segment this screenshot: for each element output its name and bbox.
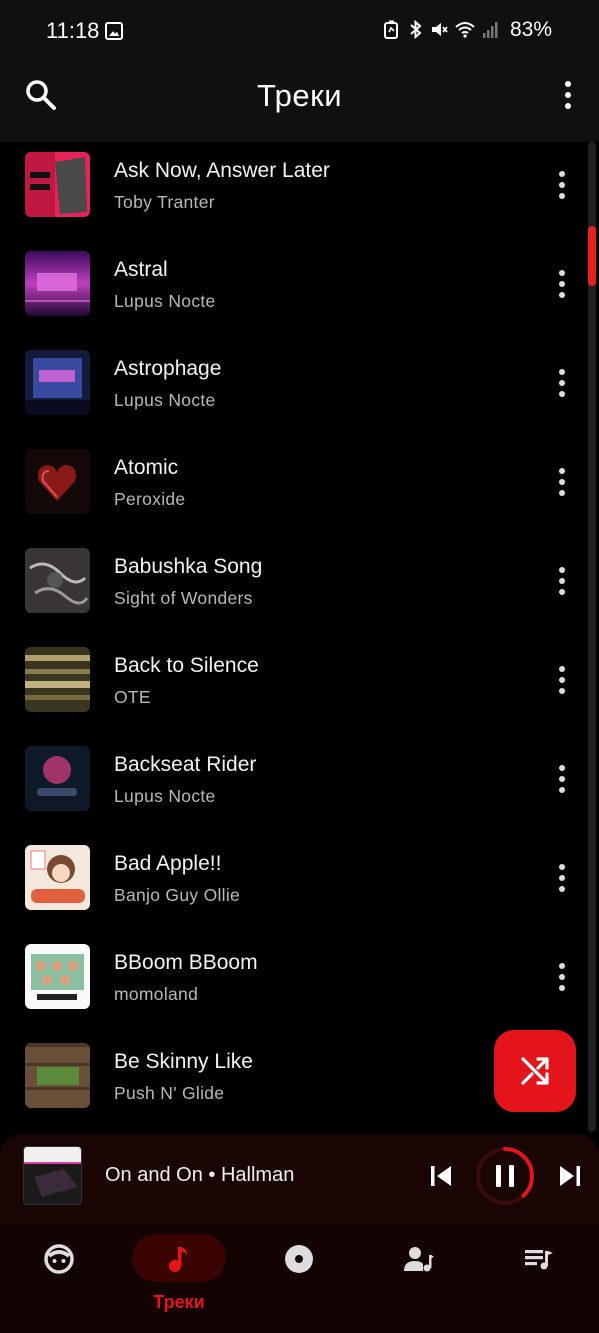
nav-item-albums[interactable]: [252, 1234, 346, 1314]
album-cover: [25, 746, 90, 811]
track-title: Atomic: [114, 456, 179, 479]
track-artist: Push N' Glide: [114, 1083, 225, 1103]
album-cover: [25, 845, 90, 910]
track-artist: Lupus Nocte: [114, 786, 216, 806]
album-cover: [25, 647, 90, 712]
track-title: BBoom BBoom: [114, 951, 258, 974]
status-bar: 11:18 83%: [0, 0, 599, 62]
track-more-icon[interactable]: [555, 467, 569, 497]
nav-item-tracks[interactable]: Треки: [132, 1234, 226, 1314]
artist-icon: [404, 1247, 434, 1272]
track-artist: Lupus Nocte: [114, 390, 216, 410]
track-title: Ask Now, Answer Later: [114, 159, 330, 182]
music-note-icon: [169, 1247, 187, 1272]
bottom-nav: Треки: [0, 1224, 599, 1333]
track-more-icon[interactable]: [555, 269, 569, 299]
track-artist: Banjo Guy Ollie: [114, 885, 241, 905]
status-icons: [383, 20, 499, 39]
app-bar: Треки: [0, 62, 599, 142]
page-title: Треки: [256, 78, 343, 113]
track-more-icon[interactable]: [555, 170, 569, 200]
playlist-icon: [525, 1250, 553, 1270]
album-cover: [25, 449, 90, 514]
nav-item-for-you[interactable]: [12, 1234, 106, 1314]
track-row[interactable]: Bad Apple!! Banjo Guy Ollie: [0, 835, 599, 934]
track-title: Backseat Rider: [114, 753, 257, 776]
bluetooth-icon: [410, 20, 422, 39]
track-title: Back to Silence: [114, 654, 259, 677]
album-cover: [25, 548, 90, 613]
album-icon: [285, 1245, 313, 1273]
status-time: 11:18: [46, 18, 100, 43]
wifi-icon: [455, 22, 475, 38]
image-notification-icon: [105, 22, 123, 40]
battery-saver-icon: [384, 20, 398, 39]
track-row[interactable]: BBoom BBoom momoland: [0, 934, 599, 1033]
more-options-icon[interactable]: [561, 80, 575, 110]
track-more-icon[interactable]: [555, 962, 569, 992]
previous-icon[interactable]: [428, 1163, 454, 1189]
track-artist: OTE: [114, 687, 151, 707]
album-cover: [25, 1043, 90, 1108]
album-cover: [25, 350, 90, 415]
pause-button[interactable]: [474, 1145, 536, 1207]
track-title: Astral: [114, 258, 168, 281]
track-artist: Sight of Wonders: [114, 588, 253, 608]
track-more-icon[interactable]: [555, 863, 569, 893]
track-more-icon[interactable]: [555, 764, 569, 794]
nav-item-artists[interactable]: [372, 1234, 466, 1314]
track-title: Bad Apple!!: [114, 852, 222, 875]
track-title: Astrophage: [114, 357, 222, 380]
track-row[interactable]: Babushka Song Sight of Wonders: [0, 538, 599, 637]
track-row[interactable]: Ask Now, Answer Later Toby Tranter: [0, 142, 599, 241]
track-more-icon[interactable]: [555, 566, 569, 596]
track-row[interactable]: Backseat Rider Lupus Nocte: [0, 736, 599, 835]
battery-percent: 83%: [509, 18, 552, 41]
signal-icon: [483, 22, 498, 38]
now-playing-text: On and On • Hallman: [105, 1164, 295, 1186]
track-row[interactable]: Astral Lupus Nocte: [0, 241, 599, 340]
album-cover: [25, 152, 90, 217]
nav-label-tracks: Треки: [153, 1292, 205, 1312]
track-title: Babushka Song: [114, 555, 263, 578]
scrollbar[interactable]: [588, 142, 596, 1132]
shuffle-icon: [521, 1057, 549, 1085]
track-list[interactable]: Ask Now, Answer Later Toby Tranter Astra…: [0, 142, 599, 1134]
track-more-icon[interactable]: [555, 665, 569, 695]
track-artist: Toby Tranter: [114, 192, 215, 212]
mini-player[interactable]: On and On • Hallman: [0, 1134, 599, 1224]
album-cover: [25, 251, 90, 316]
next-icon[interactable]: [557, 1163, 583, 1189]
track-row[interactable]: Back to Silence OTE: [0, 637, 599, 736]
track-artist: Lupus Nocte: [114, 291, 216, 311]
mute-icon: [432, 23, 448, 36]
pause-icon: [496, 1165, 501, 1187]
track-row[interactable]: Atomic Peroxide: [0, 439, 599, 538]
track-row[interactable]: Astrophage Lupus Nocte: [0, 340, 599, 439]
track-artist: momoland: [114, 984, 199, 1004]
now-playing-cover: [23, 1146, 82, 1205]
shuffle-button[interactable]: [494, 1030, 576, 1112]
track-artist: Peroxide: [114, 489, 186, 509]
face-icon: [44, 1244, 74, 1274]
track-title: Be Skinny Like: [114, 1050, 253, 1073]
scrollbar-thumb[interactable]: [588, 226, 596, 286]
album-cover: [25, 944, 90, 1009]
track-more-icon[interactable]: [555, 368, 569, 398]
nav-item-playlists[interactable]: [492, 1234, 586, 1314]
